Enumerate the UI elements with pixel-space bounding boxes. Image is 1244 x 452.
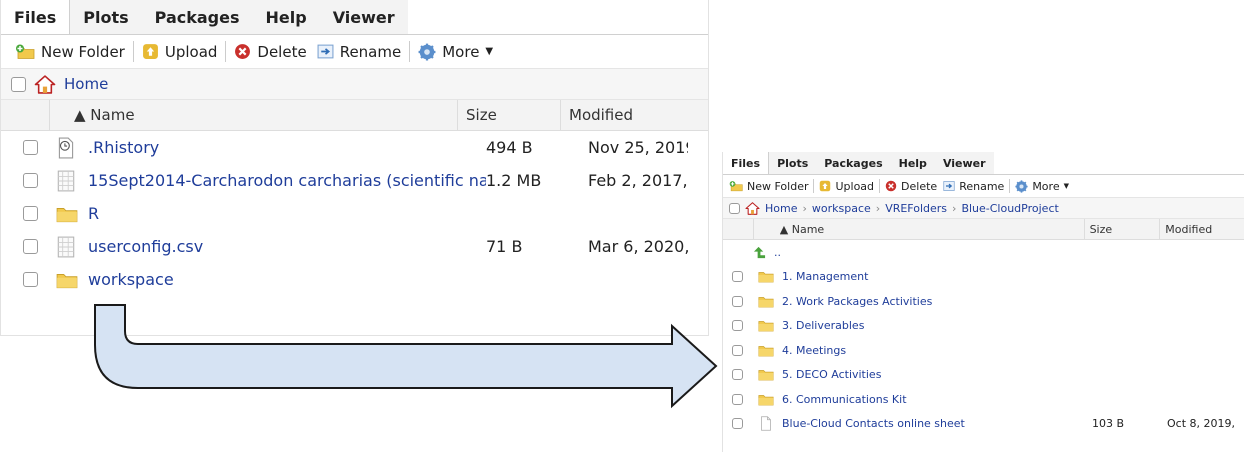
folder-icon	[758, 368, 774, 381]
column-header-size[interactable]: Size	[1085, 223, 1160, 236]
new-folder-label: New Folder	[747, 179, 809, 193]
tab-help[interactable]: Help	[891, 152, 935, 174]
toolbar-divider	[879, 179, 881, 193]
chevron-down-icon: ▼	[1063, 182, 1069, 190]
arrow-shape	[94, 304, 718, 409]
upload-label: Upload	[835, 179, 875, 193]
file-modified: Oct 8, 2019,	[1167, 417, 1235, 431]
more-label: More	[1032, 179, 1060, 193]
file-name-link[interactable]: 5. DECO Activities	[782, 368, 1092, 381]
files-toolbar: New Folder Upload Delete Rename More ▼	[723, 175, 1244, 198]
folder-icon	[758, 319, 774, 332]
table-row[interactable]: 5. DECO Activities	[723, 363, 1244, 388]
table-row[interactable]: 4. Meetings	[723, 338, 1244, 363]
folder-icon	[758, 295, 774, 308]
breadcrumb-workspace[interactable]: workspace	[812, 202, 871, 215]
breadcrumb: Home › workspace › VREFolders › Blue-Clo…	[723, 198, 1244, 219]
file-name-link[interactable]: 6. Communications Kit	[782, 393, 1092, 406]
row-checkbox[interactable]	[732, 344, 743, 356]
breadcrumb-vrefolders[interactable]: VREFolders	[885, 202, 947, 215]
table-row[interactable]: Blue-Cloud Contacts online sheet 103 B O…	[723, 412, 1244, 437]
table-row[interactable]: 2. Work Packages Activities	[723, 289, 1244, 314]
file-name-link[interactable]: 4. Meetings	[782, 344, 1092, 357]
breadcrumb-home[interactable]: Home	[765, 202, 797, 215]
column-header-modified[interactable]: Modified	[1160, 223, 1244, 236]
upload-button[interactable]: Upload	[819, 180, 874, 193]
rename-button[interactable]: Rename	[943, 180, 1004, 193]
tab-packages[interactable]: Packages	[816, 152, 890, 174]
file-list-header: ▲ Name Size Modified	[723, 219, 1244, 240]
folder-icon	[758, 393, 774, 406]
table-row[interactable]: 6. Communications Kit	[723, 387, 1244, 412]
delete-label: Delete	[901, 179, 938, 193]
file-size: 103 B	[1092, 417, 1125, 431]
table-row[interactable]: 1. Management	[723, 265, 1244, 290]
parent-directory-link[interactable]: ..	[774, 246, 781, 259]
tab-files[interactable]: Files	[723, 152, 770, 174]
breadcrumb-project[interactable]: Blue-CloudProject	[961, 202, 1058, 215]
column-header-name[interactable]: ▲ Name	[780, 223, 1084, 236]
tab-viewer[interactable]: Viewer	[935, 152, 994, 174]
folder-icon	[758, 270, 774, 283]
rename-label: Rename	[959, 179, 1005, 193]
row-checkbox[interactable]	[732, 418, 743, 430]
folder-icon	[758, 344, 774, 357]
more-menu-button[interactable]: More ▼	[1015, 179, 1069, 193]
row-checkbox[interactable]	[732, 295, 743, 307]
row-checkbox[interactable]	[732, 393, 743, 405]
blank-file-icon	[758, 416, 774, 431]
pane-tab-bar: Files Plots Packages Help Viewer	[723, 152, 1244, 175]
table-row[interactable]: 3. Deliverables	[723, 314, 1244, 339]
row-checkbox[interactable]	[732, 320, 743, 332]
row-checkbox[interactable]	[732, 271, 743, 283]
tab-bar-filler	[993, 152, 1244, 174]
new-folder-button[interactable]: New Folder	[729, 180, 808, 193]
delete-button[interactable]: Delete	[885, 180, 937, 193]
toolbar-divider	[813, 179, 815, 193]
breadcrumb-separator-icon: ›	[802, 201, 807, 215]
file-name-link[interactable]: 3. Deliverables	[782, 319, 1092, 332]
delete-icon	[885, 180, 897, 192]
new-folder-icon	[729, 180, 743, 192]
tab-plots[interactable]: Plots	[769, 152, 816, 174]
breadcrumb-separator-icon: ›	[875, 201, 881, 215]
file-name-link[interactable]: 1. Management	[782, 270, 1092, 283]
parent-directory-row[interactable]: ..	[723, 240, 1244, 265]
gear-icon	[1015, 180, 1028, 193]
rename-icon	[943, 180, 955, 192]
up-arrow-icon	[753, 246, 766, 259]
select-all-checkbox[interactable]	[729, 202, 740, 214]
home-icon[interactable]	[745, 202, 760, 215]
file-list: .. 1. Management 2. Work Packages Activi…	[723, 240, 1244, 436]
toolbar-divider	[1009, 179, 1011, 193]
file-name-link[interactable]: Blue-Cloud Contacts online sheet	[782, 417, 1092, 430]
upload-icon	[819, 180, 831, 192]
files-pane-project: Files Plots Packages Help Viewer New Fol…	[722, 152, 1244, 452]
breadcrumb-separator-icon: ›	[952, 201, 957, 215]
file-name-link[interactable]: 2. Work Packages Activities	[782, 295, 1092, 308]
row-checkbox[interactable]	[732, 369, 743, 381]
